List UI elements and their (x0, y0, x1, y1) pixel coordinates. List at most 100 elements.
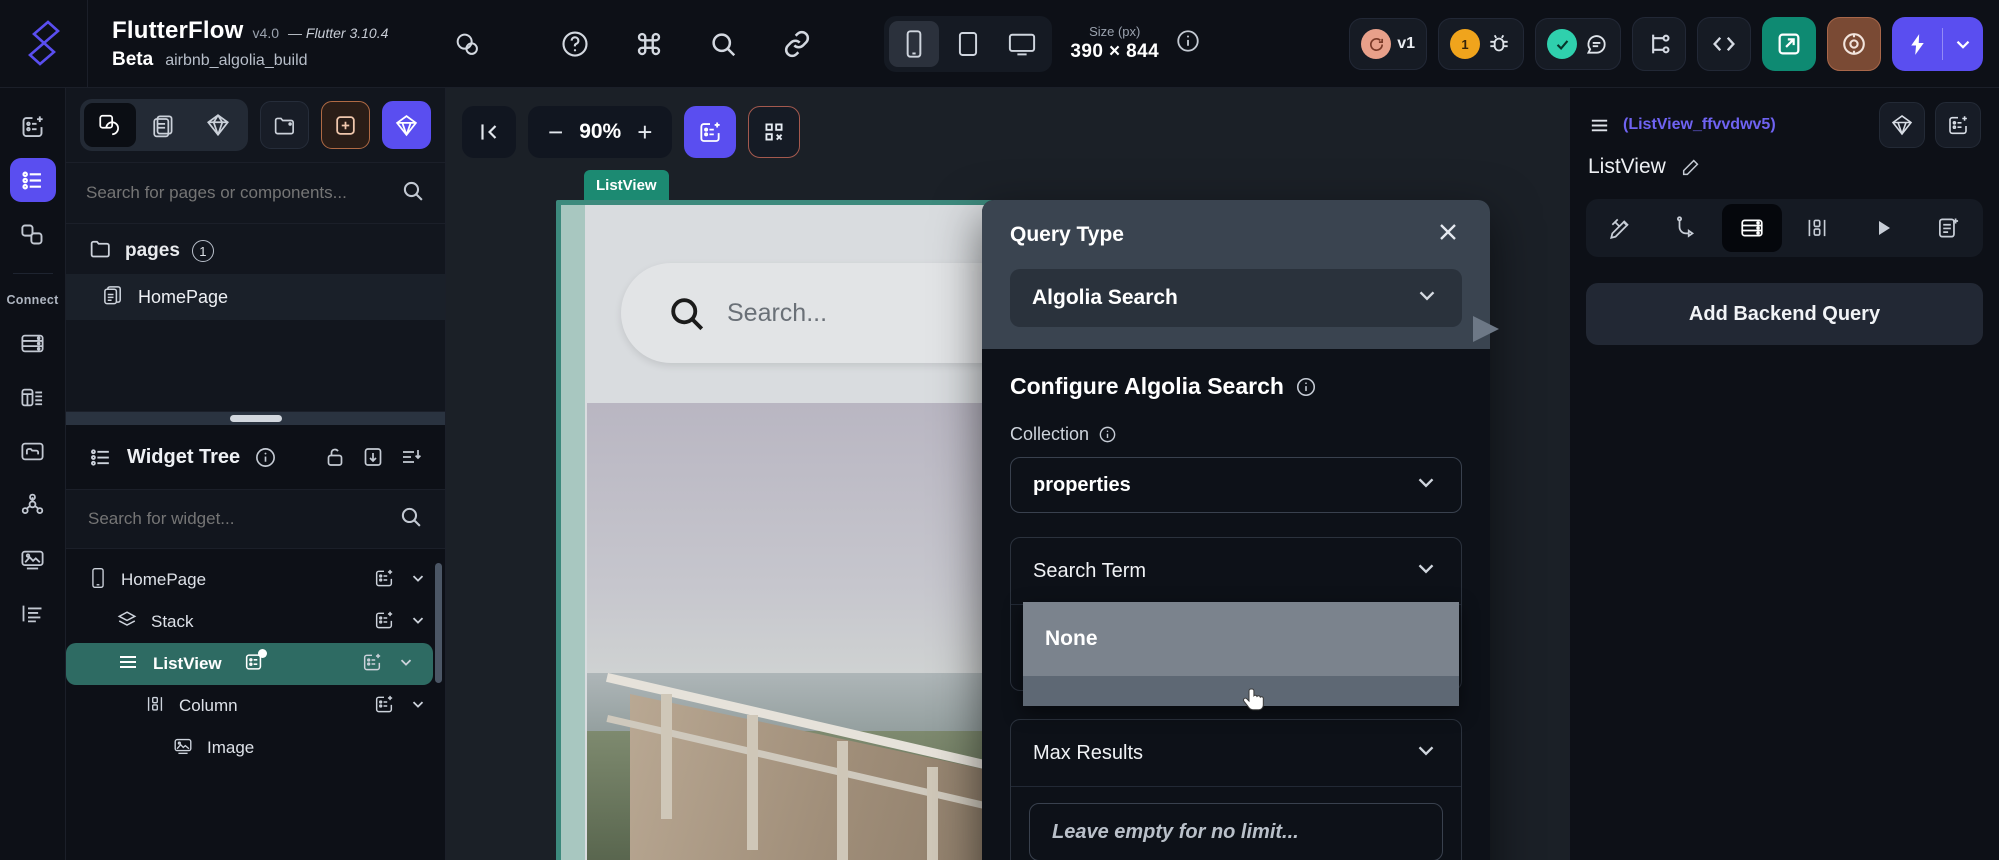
add-page-icon[interactable] (321, 101, 370, 149)
preview-tab[interactable] (1853, 204, 1913, 252)
zoom-in-button[interactable]: + (637, 119, 652, 145)
run-button[interactable] (1892, 17, 1983, 71)
search-icon[interactable] (400, 178, 425, 208)
size-info-icon[interactable] (1175, 28, 1201, 59)
command-icon[interactable] (626, 21, 672, 67)
device-desktop-button[interactable] (997, 21, 1047, 67)
components-toggle-icon[interactable] (138, 103, 190, 147)
pages-search-row[interactable] (66, 162, 445, 224)
notes-tab[interactable] (1919, 204, 1979, 252)
lock-icon[interactable] (323, 445, 347, 469)
collapse-panel-button[interactable] (462, 106, 516, 158)
globe-icon[interactable] (382, 101, 431, 149)
photo-post (837, 741, 849, 860)
design-tab[interactable] (1591, 204, 1651, 252)
widget-search-input[interactable] (88, 509, 388, 529)
backend-query-tab[interactable] (1722, 204, 1782, 252)
chevron-down-icon[interactable] (397, 653, 415, 676)
chevron-down-icon[interactable] (409, 695, 427, 718)
add-child-icon[interactable] (361, 651, 383, 678)
branching-icon[interactable] (1632, 17, 1686, 71)
widget-search-row[interactable] (66, 489, 445, 549)
add-child-icon[interactable] (373, 567, 395, 594)
close-icon[interactable] (1434, 218, 1462, 251)
database-icon[interactable] (10, 321, 56, 365)
components-icon[interactable] (10, 212, 56, 256)
help-icon[interactable] (552, 21, 598, 67)
flutterflow-logo[interactable] (0, 0, 88, 88)
canvas-toolbar: − 90% + (462, 106, 801, 158)
theme-toggle-icon[interactable] (192, 103, 244, 147)
tree-node-column[interactable]: Column (66, 685, 445, 727)
add-child-icon[interactable] (373, 693, 395, 720)
run-options-chevron-down-icon[interactable] (1943, 33, 1983, 55)
code-icon[interactable] (1697, 17, 1751, 71)
search-term-header[interactable]: Search Term (1011, 538, 1461, 604)
photo-post (746, 715, 758, 851)
comment-icon (1583, 31, 1609, 57)
query-type-select[interactable]: Algolia Search (1010, 269, 1462, 327)
search-icon[interactable] (398, 504, 423, 534)
text-styles-icon[interactable] (10, 591, 56, 635)
search-term-accordion: Search Term None (1010, 537, 1462, 706)
info-icon[interactable] (1295, 376, 1317, 398)
tree-node-stack[interactable]: Stack (66, 601, 445, 643)
chevron-down-icon[interactable] (409, 569, 427, 592)
query-type-dialog: Query Type Algolia Search Configure Algo… (982, 200, 1490, 860)
layout-tab[interactable] (1788, 204, 1848, 252)
chevron-down-icon[interactable] (1414, 282, 1440, 314)
storage-icon[interactable] (10, 429, 56, 473)
pages-search-input[interactable] (86, 183, 390, 203)
max-results-header[interactable]: Max Results (1011, 720, 1461, 786)
bug-icon (1486, 31, 1512, 57)
max-results-input[interactable]: Leave empty for no limit... (1029, 803, 1443, 860)
collection-label: Collection (1010, 424, 1090, 444)
issues-pill[interactable]: 1 (1438, 18, 1524, 70)
preview-eye-icon[interactable] (1827, 17, 1881, 71)
media-icon[interactable] (10, 537, 56, 581)
tree-node-listview[interactable]: ListView (66, 643, 433, 685)
collection-select[interactable]: properties (1010, 457, 1462, 513)
info-icon[interactable] (1098, 425, 1117, 444)
zoom-out-button[interactable]: − (548, 119, 563, 145)
device-phone-button[interactable] (889, 20, 940, 67)
link-icon[interactable] (774, 21, 820, 67)
theme-widget-icon[interactable] (1879, 102, 1925, 148)
project-settings-icon[interactable] (444, 21, 490, 67)
pages-folder-row[interactable]: pages 1 (66, 224, 445, 274)
collapse-tree-icon[interactable] (361, 445, 385, 469)
tree-node-image[interactable]: Image (66, 727, 445, 769)
chevron-down-icon[interactable] (1413, 737, 1439, 769)
panel-splitter[interactable] (66, 411, 445, 425)
add-widget-icon[interactable] (10, 104, 56, 148)
clear-selection-button[interactable] (748, 106, 801, 158)
add-widget-canvas-button[interactable] (684, 106, 737, 158)
rename-pencil-icon[interactable] (1680, 156, 1702, 178)
actions-tab[interactable] (1657, 204, 1717, 252)
tree-options-icon[interactable] (399, 445, 423, 469)
add-widget-icon[interactable] (1935, 102, 1981, 148)
comments-pill[interactable] (1535, 18, 1621, 70)
device-tablet-button[interactable] (943, 21, 993, 67)
add-child-icon[interactable] (373, 609, 395, 636)
search-icon (671, 298, 704, 331)
chevron-down-icon[interactable] (1413, 555, 1439, 587)
chevron-down-icon[interactable] (1413, 469, 1439, 501)
version-pill[interactable]: v1 (1349, 18, 1427, 70)
dropdown-option-none[interactable]: None (1023, 602, 1459, 676)
search-icon[interactable] (700, 21, 746, 67)
selected-widget-tag: ListView (584, 170, 669, 200)
open-external-icon[interactable] (1762, 17, 1816, 71)
add-backend-query-button[interactable]: Add Backend Query (1586, 283, 1983, 345)
tables-icon[interactable] (10, 375, 56, 419)
new-folder-icon[interactable] (260, 101, 309, 149)
api-icon[interactable] (10, 483, 56, 527)
widget-tree-icon[interactable] (9, 158, 56, 202)
page-item-homepage[interactable]: HomePage (66, 274, 445, 320)
tree-node-homepage[interactable]: HomePage (66, 559, 445, 601)
splitter-grip[interactable] (229, 415, 282, 422)
folder-icon (88, 236, 113, 266)
info-icon[interactable] (254, 446, 277, 469)
chevron-down-icon[interactable] (409, 611, 427, 634)
pages-toggle-icon[interactable] (84, 103, 136, 147)
